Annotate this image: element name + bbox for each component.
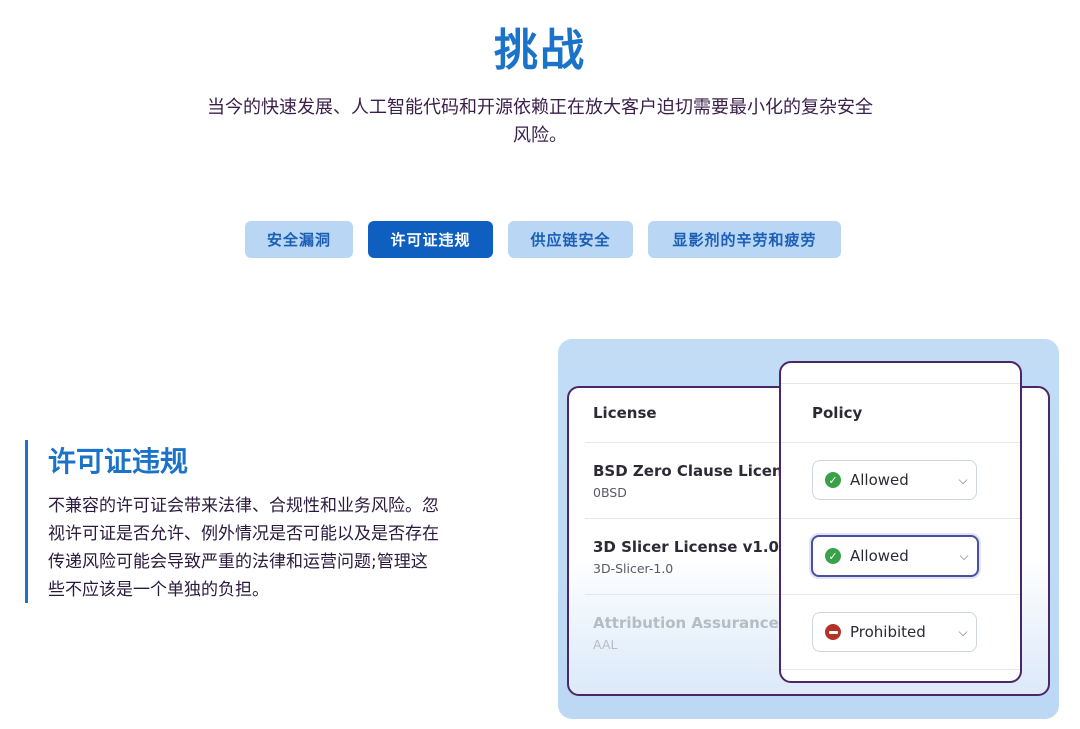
license-name: BSD Zero Clause License (593, 462, 802, 480)
chevron-down-icon: ⌵ (958, 624, 968, 639)
row-divider (781, 442, 1020, 443)
row-divider (585, 518, 785, 519)
policy-column-card: Policy ✓ Allowed ⌵ ✓ Allowed ⌵ Prohibite… (779, 361, 1022, 683)
check-circle-icon: ✓ (825, 548, 841, 564)
row-divider (781, 669, 1020, 670)
intro-line-2: 风险。 (513, 125, 567, 146)
policy-dropdown[interactable]: ✓ Allowed ⌵ (812, 460, 977, 500)
section-body: 不兼容的许可证会带来法律、合规性和业务风险。忽视许可证是否允许、例外情况是否可能… (48, 496, 439, 600)
license-id: 0BSD (593, 485, 627, 500)
tab-supply-chain-security[interactable]: 供应链安全 (508, 221, 633, 258)
license-name: 3D Slicer License v1.0 (593, 538, 779, 556)
intro-line-1: 当今的快速发展、人工智能代码和开源依赖正在放大客户迫切需要最小化的复杂安全 (207, 97, 873, 118)
section-accent-bar (25, 440, 28, 603)
policy-column-header: Policy (812, 404, 863, 422)
license-id: AAL (593, 637, 618, 652)
tab-license-violations[interactable]: 许可证违规 (368, 221, 493, 258)
row-divider (781, 383, 1020, 384)
intro-text: 当今的快速发展、人工智能代码和开源依赖正在放大客户迫切需要最小化的复杂安全 风险… (190, 94, 890, 150)
license-id: 3D-Slicer-1.0 (593, 561, 674, 576)
chevron-down-icon: ⌵ (959, 548, 969, 563)
challenge-tabs: 安全漏洞 许可证违规 供应链安全 显影剂的辛劳和疲劳 (0, 221, 1080, 259)
policy-dropdown[interactable]: Prohibited ⌵ (812, 612, 977, 652)
policy-value: Allowed (850, 547, 909, 565)
row-divider (781, 594, 1020, 595)
policy-dropdown-focused[interactable]: ✓ Allowed ⌵ (811, 535, 979, 577)
page-title: 挑战 (494, 25, 586, 76)
row-divider (585, 594, 785, 595)
tab-developer-toil-fatigue[interactable]: 显影剂的辛劳和疲劳 (648, 221, 841, 258)
license-name: Attribution Assurance Lic (593, 614, 808, 632)
row-divider (781, 518, 1020, 519)
row-divider (585, 442, 785, 443)
policy-value: Prohibited (850, 623, 926, 641)
section-title: 许可证违规 (48, 445, 189, 478)
tab-security-vulnerabilities[interactable]: 安全漏洞 (245, 221, 353, 258)
check-circle-icon: ✓ (825, 472, 841, 488)
policy-value: Allowed (850, 471, 909, 489)
no-entry-icon (825, 624, 841, 640)
chevron-down-icon: ⌵ (958, 472, 968, 487)
license-column-header: License (593, 404, 657, 422)
